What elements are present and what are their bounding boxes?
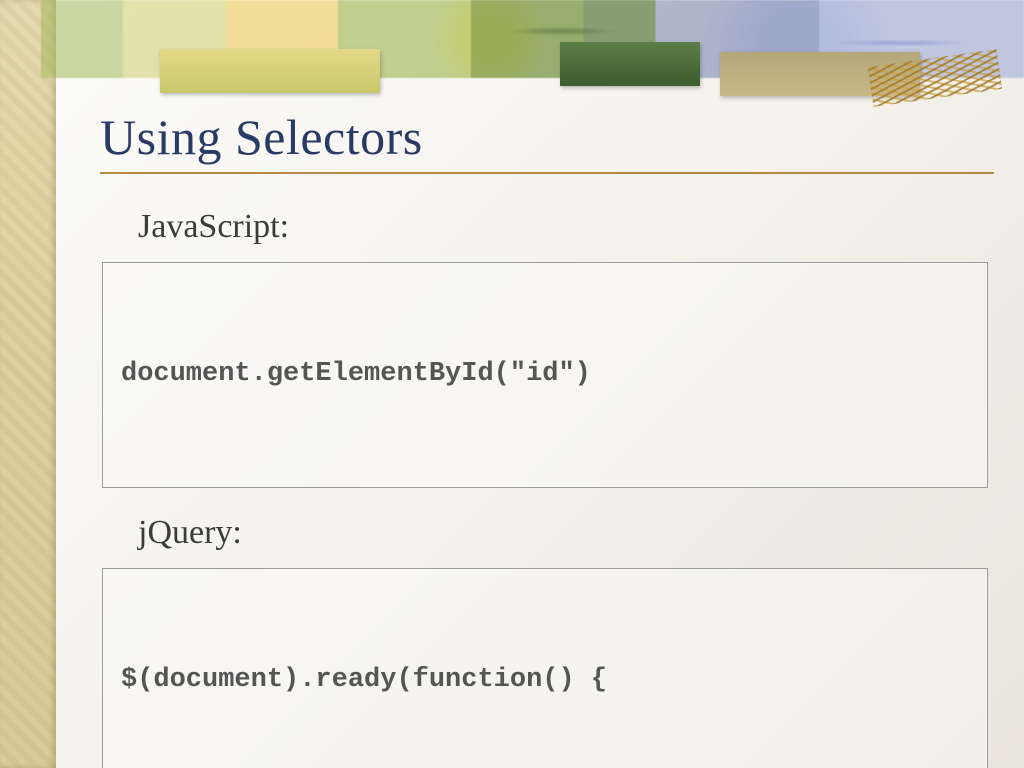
code-line: $(document).ready(function() { [121,661,969,700]
code-line: document.getElementById("id") [121,355,969,394]
slide-title: Using Selectors [100,108,994,166]
title-underline [100,172,994,174]
javascript-codebox: document.getElementById("id") [102,262,988,488]
jquery-codebox: $(document).ready(function() { $("#id").… [102,568,988,768]
banner-accent [560,42,700,86]
left-decorative-strip [0,0,56,768]
slide: Using Selectors JavaScript: document.get… [0,0,1024,768]
jquery-label: jQuery: [138,514,994,552]
banner-accent [160,49,380,93]
slide-content: Using Selectors JavaScript: document.get… [100,108,994,748]
javascript-label: JavaScript: [138,208,994,246]
